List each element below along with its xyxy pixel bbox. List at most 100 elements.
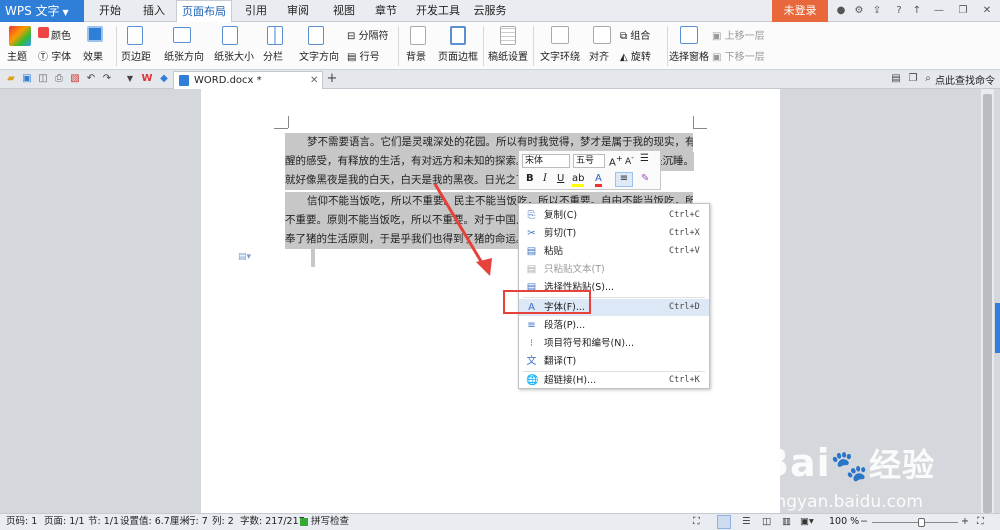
close-icon[interactable]: ✕ — [980, 4, 994, 18]
italic-icon[interactable]: I — [543, 173, 547, 184]
outline-view-icon[interactable]: ☰ — [742, 514, 751, 530]
format-painter-icon[interactable]: ✎ — [641, 173, 649, 184]
orientation-button[interactable]: 纸张方向 — [164, 48, 204, 63]
status-spell-check[interactable]: 拼写检查 — [311, 514, 349, 530]
rotate-button[interactable]: ◭ 旋转 — [620, 48, 651, 63]
restore-window-icon[interactable]: ❐ — [907, 73, 919, 85]
menu-paragraph[interactable]: ≡ 段落(P)... — [519, 317, 709, 334]
menu-copy[interactable]: ⎘ 复制(C) Ctrl+C — [519, 207, 709, 224]
status-section[interactable]: 节: 1/1 — [88, 514, 119, 530]
fit-page-icon[interactable]: ⛶ — [977, 514, 984, 530]
status-page-number[interactable]: 页码: 1 — [6, 514, 37, 530]
underline-icon[interactable]: U — [557, 173, 564, 184]
menu-cloud[interactable]: 云服务 — [468, 0, 512, 22]
page-view-icon[interactable] — [717, 515, 731, 529]
menu-translate[interactable]: 文翻译(T) — [519, 353, 709, 370]
paper-size-button[interactable]: 纸张大小 — [214, 48, 254, 63]
command-search[interactable]: 点此查找命令 — [935, 72, 995, 87]
app-menu-button[interactable]: WPS 文字 ▼ — [0, 0, 84, 22]
settings-icon[interactable]: ⚙ — [852, 4, 866, 18]
document-tab[interactable]: WORD.docx * ✕ — [173, 71, 323, 89]
tab-close-icon[interactable]: ✕ — [310, 72, 318, 89]
customize-dropdown-icon[interactable]: ▼ — [124, 73, 136, 85]
shrink-font-icon[interactable]: A- — [625, 153, 634, 167]
menu-insert[interactable]: 插入 — [136, 0, 172, 22]
comment-icon[interactable]: ▤ — [890, 73, 902, 85]
status-pages[interactable]: 页面: 1/1 — [44, 514, 85, 530]
login-button[interactable]: 未登录 — [772, 0, 828, 22]
menu-review[interactable]: 审阅 — [280, 0, 316, 22]
export-pdf-icon[interactable]: ▧ — [69, 73, 81, 85]
reading-view-icon[interactable]: ▥ — [782, 514, 791, 530]
menu-paste-text-only[interactable]: ▤ 只粘贴文本(T) — [519, 261, 709, 278]
bring-forward-button[interactable]: ▣ 上移一层 — [712, 27, 765, 42]
skin-icon[interactable]: ● — [834, 4, 848, 18]
zoom-slider[interactable] — [872, 522, 958, 523]
margins-button[interactable]: 页边距 — [121, 48, 151, 63]
menu-paste[interactable]: ▤ 粘贴 Ctrl+V — [519, 243, 709, 260]
side-panel-tab[interactable] — [995, 303, 1000, 353]
status-setting[interactable]: 设置值: 6.7厘米 — [120, 514, 189, 530]
save-icon[interactable]: ▣ — [21, 73, 33, 85]
wps-logo-icon[interactable]: W — [141, 73, 153, 85]
select-pane-button[interactable]: 选择窗格 — [669, 48, 709, 63]
line-spacing-icon[interactable]: ☰ — [640, 153, 649, 164]
menu-bullets-numbering[interactable]: ⁝ 项目符号和编号(N)... — [519, 335, 709, 352]
print-icon[interactable]: ⎙ — [53, 73, 65, 85]
grow-font-icon[interactable]: A+ — [609, 153, 623, 168]
menu-home[interactable]: 开始 — [92, 0, 128, 22]
share-icon[interactable]: ⇪ — [870, 4, 884, 18]
align-justify-icon[interactable]: ≡ — [615, 172, 633, 187]
font-name-select[interactable]: 宋体 — [522, 154, 570, 168]
colors-icon — [38, 27, 49, 38]
highlight-icon[interactable]: ab — [572, 173, 585, 187]
paragraph-layout-icon[interactable]: ▤▾ — [238, 252, 251, 262]
menu-cut[interactable]: ✂ 剪切(T) Ctrl+X — [519, 225, 709, 242]
theme-button[interactable]: 主题 — [7, 48, 27, 63]
undo-icon[interactable]: ↶ — [85, 73, 97, 85]
zoom-level[interactable]: 100 % — [829, 514, 859, 530]
minimize-icon[interactable]: — — [932, 4, 946, 18]
text-cursor — [311, 249, 315, 267]
status-word-count[interactable]: 字数: 217/217 — [240, 514, 305, 530]
new-tab-icon[interactable]: + — [326, 72, 338, 85]
open-icon[interactable]: ▰ — [5, 73, 17, 85]
web-view-icon[interactable]: ◫ — [762, 514, 771, 530]
zoom-out-icon[interactable]: − — [860, 514, 868, 530]
zoom-slider-thumb[interactable] — [918, 518, 925, 527]
bold-icon[interactable]: B — [526, 173, 534, 184]
help-icon[interactable]: ? — [892, 4, 906, 18]
group-button[interactable]: ⧉ 组合 — [620, 27, 650, 42]
page-border-button[interactable]: 页面边框 — [438, 48, 478, 63]
font-color-icon[interactable]: A — [595, 173, 602, 187]
paragraph-line[interactable]: 醒的感受，有释放的生活，有对远方和未知的探索。 — [285, 152, 520, 171]
menu-view[interactable]: 视图 — [326, 0, 362, 22]
columns-button[interactable]: 分栏 — [263, 48, 283, 63]
separator-button[interactable]: ⊟ 分隔符 — [347, 27, 389, 42]
background-button[interactable]: 背景 — [406, 48, 426, 63]
line-numbers-button[interactable]: ▤ 行号 — [347, 48, 380, 63]
wrap-button[interactable]: 文字环绕 — [540, 48, 580, 63]
menu-hyperlink[interactable]: 🌐 超链接(H)... Ctrl+K — [519, 372, 709, 389]
menu-chapter[interactable]: 章节 — [368, 0, 404, 22]
menu-page-layout[interactable]: 页面布局 — [176, 0, 232, 23]
manuscript-button[interactable]: 稿纸设置 — [488, 48, 528, 63]
redo-icon[interactable]: ↷ — [101, 73, 113, 85]
font-theme-button[interactable]: Ⓣ 字体 — [38, 48, 71, 63]
font-size-select[interactable]: 五号 — [573, 154, 605, 168]
menu-developer[interactable]: 开发工具 — [410, 0, 466, 22]
send-backward-button[interactable]: ▣ 下移一层 — [712, 48, 765, 63]
print-preview-icon[interactable]: ◫ — [37, 73, 49, 85]
colors-button[interactable]: 颜色 — [51, 27, 71, 42]
zoom-in-icon[interactable]: + — [961, 514, 969, 530]
align-button[interactable]: 对齐 — [589, 48, 609, 63]
manuscript-icon — [500, 26, 516, 45]
cube-icon[interactable]: ◆ — [158, 73, 170, 85]
upload-icon[interactable]: ↑ — [910, 4, 924, 18]
protect-view-icon[interactable]: ▣▾ — [800, 514, 814, 530]
restore-icon[interactable]: ❐ — [956, 4, 970, 18]
fullscreen-view-icon[interactable]: ⛶ — [693, 514, 700, 530]
menu-references[interactable]: 引用 — [238, 0, 274, 22]
effects-button[interactable]: 效果 — [83, 48, 103, 63]
text-direction-button[interactable]: 文字方向 — [299, 48, 339, 63]
